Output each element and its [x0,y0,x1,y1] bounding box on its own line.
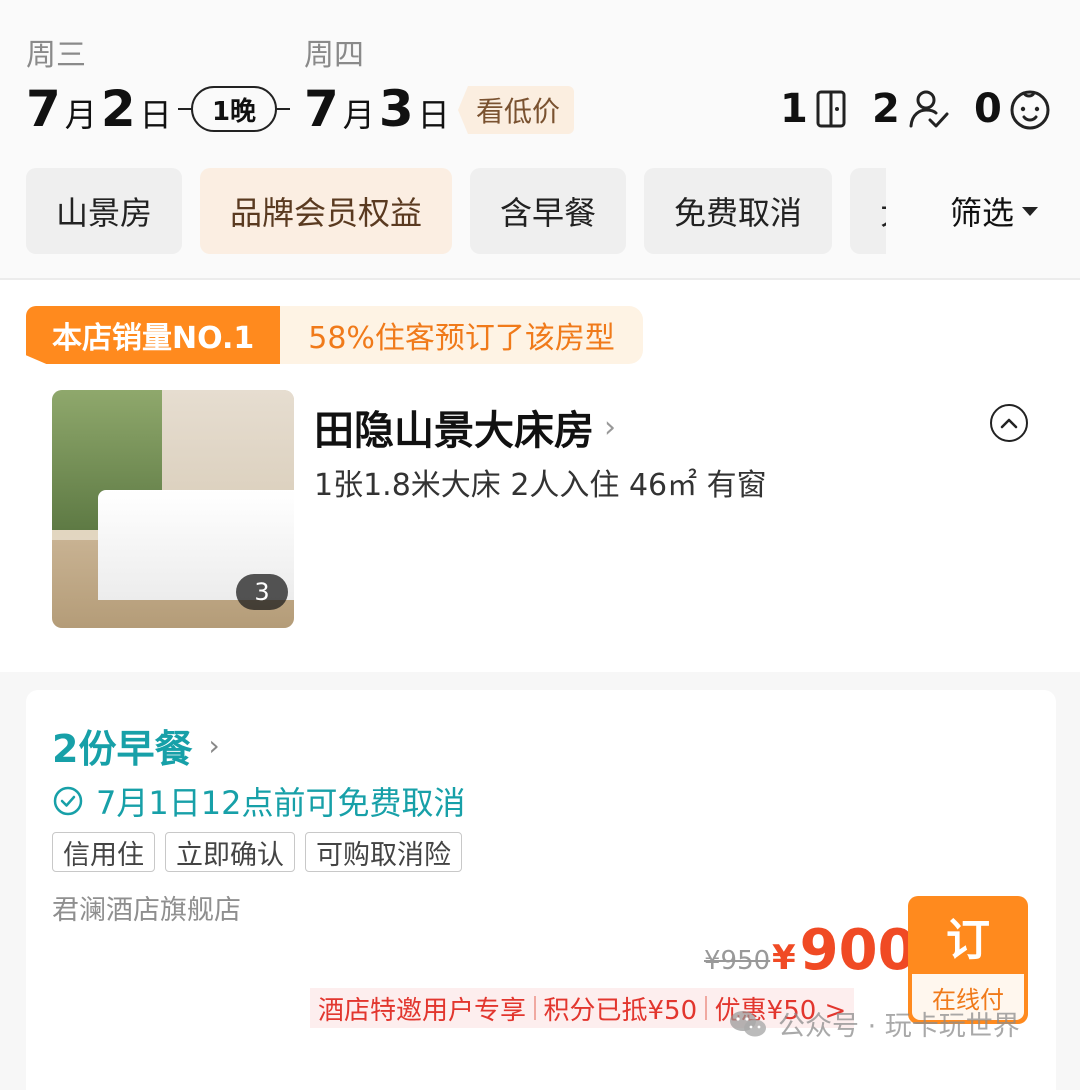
child-icon [1010,90,1050,130]
rooms-selector[interactable]: 1 [780,86,848,132]
checkin-day-unit: 日 [139,96,172,134]
checkout-day: 3 [378,80,414,138]
nights-indicator: 1晚 [178,86,290,132]
chevron-right-icon: › [604,409,616,445]
tag-instant-confirm: 立即确认 [165,832,295,872]
book-label: 订 [946,915,990,966]
checkin-month: 7 [26,80,61,138]
door-icon [816,90,846,128]
checkin-weekday: 周三 [26,38,86,73]
checkout-date[interactable]: 7 月 3 日 [304,80,454,138]
watermark-text: 公众号 · 玩卡玩世界 [778,1011,1020,1042]
chip-breakfast[interactable]: 含早餐 [470,168,627,254]
photo-count-badge: 3 [236,574,288,610]
price-value: 900 [799,918,917,983]
checkout-day-unit: 日 [417,96,450,134]
chevron-up-icon [1000,418,1018,429]
chip-big-bed[interactable]: 大 [850,168,886,254]
checkout-month: 7 [304,80,339,138]
chip-mountain-view[interactable]: 山景房 [26,168,183,254]
caret-down-icon [1022,206,1039,216]
checkin-month-unit: 月 [64,96,97,134]
chip-brand-member[interactable]: 品牌会员权益 [200,168,453,254]
nights-label: 1晚 [191,86,277,132]
checkout-weekday: 周四 [304,38,364,73]
children-selector[interactable]: 0 [974,86,1052,132]
room-photo[interactable]: 3 [52,390,294,628]
adults-selector[interactable]: 2 [872,86,950,132]
sales-rank-badge: 本店销量NO.1 [26,306,281,364]
checkin-day: 2 [100,80,136,138]
cancel-policy: 7月1日12点前可免费取消 [52,778,465,824]
checkout-month-unit: 月 [342,96,375,134]
adults-count: 2 [872,86,900,132]
room-info: 1张1.8米大床 2人入住 46㎡ 有窗 [314,468,767,503]
collapse-button[interactable] [990,404,1028,442]
breakfast-link[interactable]: 2份早餐 › [52,718,220,773]
tag-credit-stay: 信用住 [52,832,155,872]
checkin-date[interactable]: 7 月 2 日 [26,80,176,138]
cancel-policy-text: 7月1日12点前可免费取消 [96,784,466,822]
filter-label: 筛选 [950,194,1015,232]
breakfast-label: 2份早餐 [52,727,193,771]
rooms-count: 1 [780,86,808,132]
room-name-text: 田隐山景大床房 [314,408,594,454]
promo-points: 积分已抵¥50 [543,995,698,1026]
tag-cancel-insurance: 可购取消险 [305,832,462,872]
chip-free-cancel[interactable]: 免费取消 [644,168,833,254]
rate-tags: 信用住 立即确认 可购取消险 [52,832,462,872]
wechat-icon [730,1010,766,1036]
room-card: 本店销量NO.1 58%住客预订了该房型 3 田隐山景大床房 › 1张1.8米大… [0,280,1080,672]
shop-name: 君澜酒店旗舰店 [52,895,241,926]
watermark: 公众号 · 玩卡玩世界 [728,1004,1020,1043]
check-circle-icon [53,786,83,816]
children-count: 0 [974,86,1002,132]
currency-symbol: ¥ [772,938,796,978]
filter-button[interactable]: 筛选 [900,168,1080,254]
sales-banner: 本店销量NO.1 58%住客预订了该房型 [26,306,643,364]
adult-icon [909,90,949,128]
booking-header: 周三 7 月 2 日 1晚 周四 7 月 3 日 看低价 1 2 0 山景房 品… [0,0,1080,278]
low-price-button[interactable]: 看低价 [458,86,575,134]
original-price: ¥950 [704,946,771,976]
current-price: ¥ 900 [772,918,917,983]
filter-chips: 山景房 品牌会员权益 含早餐 免费取消 大 [26,168,886,254]
chevron-right-icon: › [208,729,220,762]
booking-stat: 58%住客预订了该房型 [280,306,643,364]
promo-vip: 酒店特邀用户专享 [318,995,527,1026]
room-name[interactable]: 田隐山景大床房 › [314,398,616,456]
